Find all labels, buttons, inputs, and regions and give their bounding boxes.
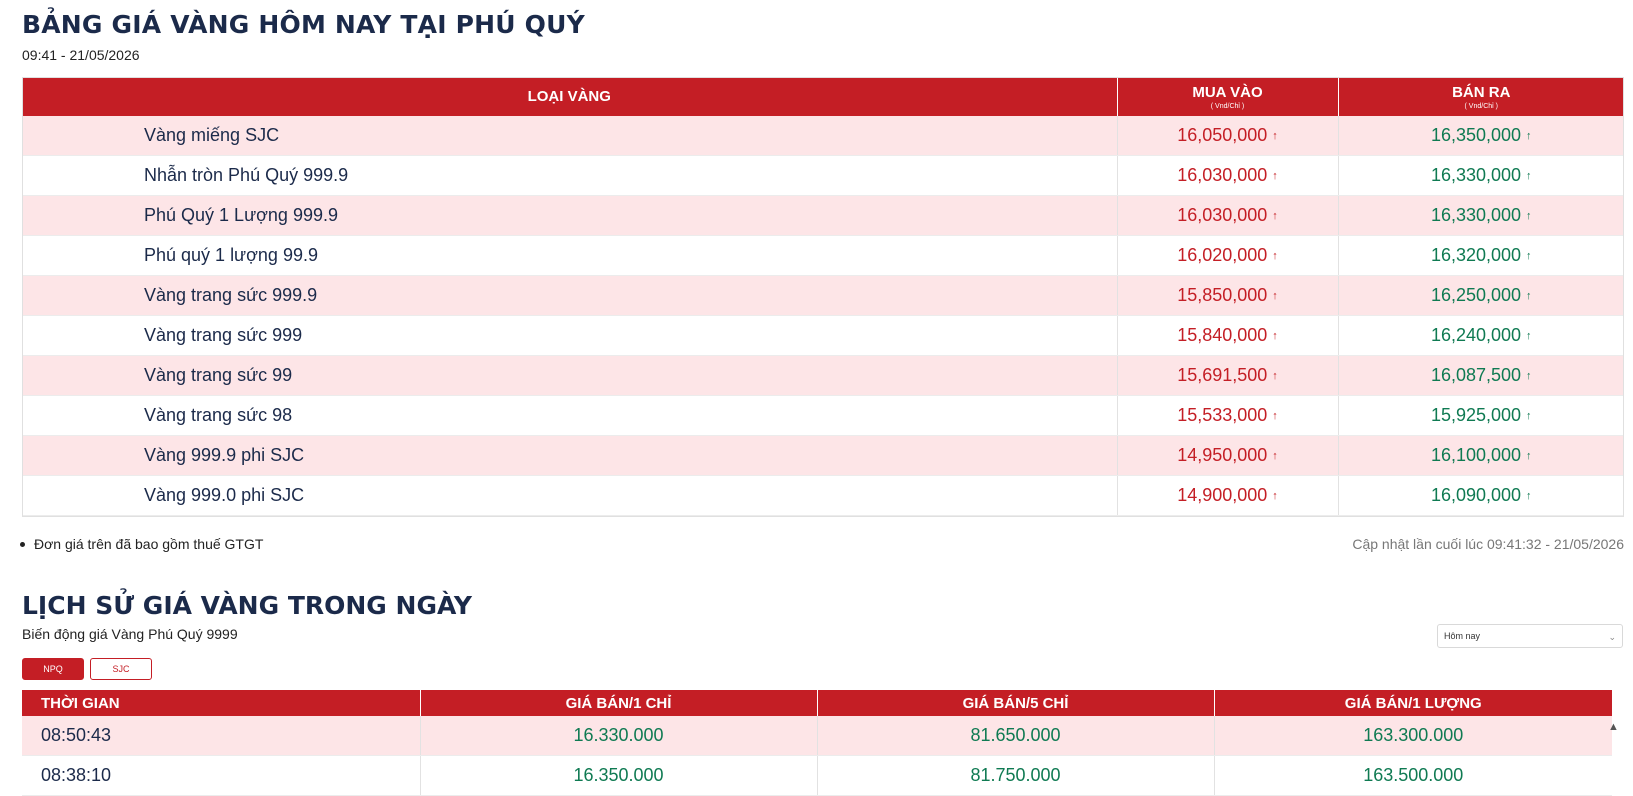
page-title: BẢNG GIÁ VÀNG HÔM NAY TẠI PHÚ QUÝ bbox=[22, 10, 585, 39]
history-table: THỜI GIAN GIÁ BÁN/1 CHỈ GIÁ BÁN/5 CHỈ GI… bbox=[22, 690, 1612, 796]
sell-price: 16,320,000 ↑ bbox=[1338, 235, 1624, 276]
arrow-up-icon: ↑ bbox=[1526, 250, 1532, 262]
price-1chi: 16.350.000 bbox=[420, 755, 818, 796]
table-row: Vàng trang sức 99 15,691,500 ↑ 16,087,500… bbox=[22, 355, 1624, 396]
buy-price: 15,691,500 ↑ bbox=[1117, 355, 1339, 396]
gold-type: Vàng trang sức 99 bbox=[22, 355, 1118, 396]
arrow-up-icon: ↑ bbox=[1526, 410, 1532, 422]
col-header-type: LOẠI VÀNG bbox=[22, 77, 1118, 116]
table-row: Phú Quý 1 Lượng 999.9 16,030,000 ↑ 16,330… bbox=[22, 195, 1624, 236]
buy-unit: ( Vnd/Chỉ ) bbox=[1210, 102, 1245, 110]
col-header-buy: MUA VÀO ( Vnd/Chỉ ) bbox=[1117, 77, 1339, 116]
buy-price: 15,840,000 ↑ bbox=[1117, 315, 1339, 356]
sell-price: 16,330,000 ↑ bbox=[1338, 195, 1624, 236]
last-updated: Cập nhật lần cuối lúc 09:41:32 - 21/05/2… bbox=[1352, 536, 1624, 552]
history-time: 08:38:10 bbox=[22, 755, 421, 796]
arrow-up-icon: ↑ bbox=[1272, 450, 1278, 462]
vat-note: Đơn giá trên đã bao gồm thuế GTGT bbox=[20, 536, 263, 552]
sell-price: 15,925,000 ↑ bbox=[1338, 395, 1624, 436]
price-1chi: 16.330.000 bbox=[420, 716, 818, 756]
table-row: Nhẫn tròn Phú Quý 999.9 16,030,000 ↑ 16,3… bbox=[22, 155, 1624, 196]
period-select[interactable]: Hôm nay ⌄ bbox=[1437, 624, 1623, 648]
table-row: Phú quý 1 lượng 99.9 16,020,000 ↑ 16,320,… bbox=[22, 235, 1624, 276]
buy-price: 16,030,000 ↑ bbox=[1117, 155, 1339, 196]
table-row: Vàng 999.0 phi SJC 14,900,000 ↑ 16,090,00… bbox=[22, 475, 1624, 516]
gold-type: Vàng miếng SJC bbox=[22, 116, 1118, 156]
table-row: 08:38:10 16.350.000 81.750.000 163.500.0… bbox=[22, 755, 1612, 796]
gold-type: Vàng 999.0 phi SJC bbox=[22, 475, 1118, 516]
arrow-up-icon: ↑ bbox=[1272, 370, 1278, 382]
period-select-value: Hôm nay bbox=[1444, 631, 1481, 641]
buy-price: 16,030,000 ↑ bbox=[1117, 195, 1339, 236]
buy-price: 15,533,000 ↑ bbox=[1117, 395, 1339, 436]
arrow-up-icon: ↑ bbox=[1526, 130, 1532, 142]
arrow-up-icon: ↑ bbox=[1272, 130, 1278, 142]
price-1luong: 163.300.000 bbox=[1214, 716, 1612, 756]
vat-note-text: Đơn giá trên đã bao gồm thuế GTGT bbox=[34, 536, 264, 552]
tab-npq[interactable]: NPQ bbox=[22, 658, 84, 680]
arrow-up-icon: ↑ bbox=[1272, 170, 1278, 182]
sell-price: 16,100,000 ↑ bbox=[1338, 435, 1624, 476]
sell-price: 16,087,500 ↑ bbox=[1338, 355, 1624, 396]
arrow-up-icon: ↑ bbox=[1526, 170, 1532, 182]
tab-sjc[interactable]: SJC bbox=[90, 658, 152, 680]
arrow-up-icon: ↑ bbox=[1526, 290, 1532, 302]
col-header-price-5chi: GIÁ BÁN/5 CHỈ bbox=[817, 690, 1215, 716]
col-header-price-1chi: GIÁ BÁN/1 CHỈ bbox=[420, 690, 818, 716]
arrow-up-icon: ↑ bbox=[1272, 250, 1278, 262]
table-row: Vàng trang sức 98 15,533,000 ↑ 15,925,000… bbox=[22, 395, 1624, 436]
arrow-up-icon: ↑ bbox=[1526, 450, 1532, 462]
sell-price: 16,240,000 ↑ bbox=[1338, 315, 1624, 356]
history-time: 08:50:43 bbox=[22, 716, 421, 756]
arrow-up-icon: ↑ bbox=[1526, 490, 1532, 502]
col-header-sell: BÁN RA ( Vnd/Chỉ ) bbox=[1338, 77, 1624, 116]
arrow-up-icon: ↑ bbox=[1272, 290, 1278, 302]
sell-price: 16,350,000 ↑ bbox=[1338, 116, 1624, 156]
gold-type: Vàng trang sức 98 bbox=[22, 395, 1118, 436]
table-row: Vàng trang sức 999 15,840,000 ↑ 16,240,00… bbox=[22, 315, 1624, 356]
sell-unit: ( Vnd/Chỉ ) bbox=[1464, 102, 1498, 110]
gold-type: Vàng trang sức 999.9 bbox=[22, 275, 1118, 316]
buy-price: 15,850,000 ↑ bbox=[1117, 275, 1339, 316]
history-subtitle: Biến động giá Vàng Phú Quý 9999 bbox=[22, 626, 238, 642]
table-row: 08:50:43 16.330.000 81.650.000 163.300.0… bbox=[22, 716, 1612, 756]
price-5chi: 81.650.000 bbox=[817, 716, 1215, 756]
col-header-time: THỜI GIAN bbox=[22, 690, 421, 716]
chevron-down-icon: ⌄ bbox=[1608, 632, 1616, 642]
bullet-icon bbox=[20, 541, 25, 547]
arrow-up-icon: ↑ bbox=[1272, 490, 1278, 502]
arrow-up-icon: ↑ bbox=[1526, 370, 1532, 382]
gold-type: Vàng trang sức 999 bbox=[22, 315, 1118, 356]
gold-price-table: LOẠI VÀNG MUA VÀO ( Vnd/Chỉ ) BÁN RA ( V… bbox=[22, 77, 1624, 516]
arrow-up-icon: ↑ bbox=[1526, 330, 1532, 342]
buy-price: 16,020,000 ↑ bbox=[1117, 235, 1339, 276]
table-row: Vàng miếng SJC 16,050,000 ↑ 16,350,000 ↑ bbox=[22, 116, 1624, 156]
price-1luong: 163.500.000 bbox=[1214, 755, 1612, 796]
page: BẢNG GIÁ VÀNG HÔM NAY TẠI PHÚ QUÝ 09:41 … bbox=[0, 0, 1633, 796]
table-row: Vàng trang sức 999.9 15,850,000 ↑ 16,250,… bbox=[22, 275, 1624, 316]
price-5chi: 81.750.000 bbox=[817, 755, 1215, 796]
arrow-up-icon: ↑ bbox=[1272, 410, 1278, 422]
gold-type: Phú quý 1 lượng 99.9 bbox=[22, 235, 1118, 276]
buy-price: 14,950,000 ↑ bbox=[1117, 435, 1339, 476]
history-title: LỊCH SỬ GIÁ VÀNG TRONG NGÀY bbox=[22, 591, 473, 620]
buy-price: 16,050,000 ↑ bbox=[1117, 116, 1339, 156]
table-row: Vàng 999.9 phi SJC 14,950,000 ↑ 16,100,00… bbox=[22, 435, 1624, 476]
col-header-price-1luong: GIÁ BÁN/1 LƯỢNG bbox=[1214, 690, 1612, 716]
arrow-up-icon: ↑ bbox=[1272, 330, 1278, 342]
arrow-up-icon: ↑ bbox=[1526, 210, 1532, 222]
gold-type: Vàng 999.9 phi SJC bbox=[22, 435, 1118, 476]
gold-type: Phú Quý 1 Lượng 999.9 bbox=[22, 195, 1118, 236]
buy-price: 14,900,000 ↑ bbox=[1117, 475, 1339, 516]
sell-price: 16,250,000 ↑ bbox=[1338, 275, 1624, 316]
scroll-up-icon[interactable]: ▲ bbox=[1608, 721, 1619, 733]
arrow-up-icon: ↑ bbox=[1272, 210, 1278, 222]
sell-price: 16,330,000 ↑ bbox=[1338, 155, 1624, 196]
sell-price: 16,090,000 ↑ bbox=[1338, 475, 1624, 516]
page-timestamp: 09:41 - 21/05/2026 bbox=[22, 47, 140, 63]
gold-type: Nhẫn tròn Phú Quý 999.9 bbox=[22, 155, 1118, 196]
